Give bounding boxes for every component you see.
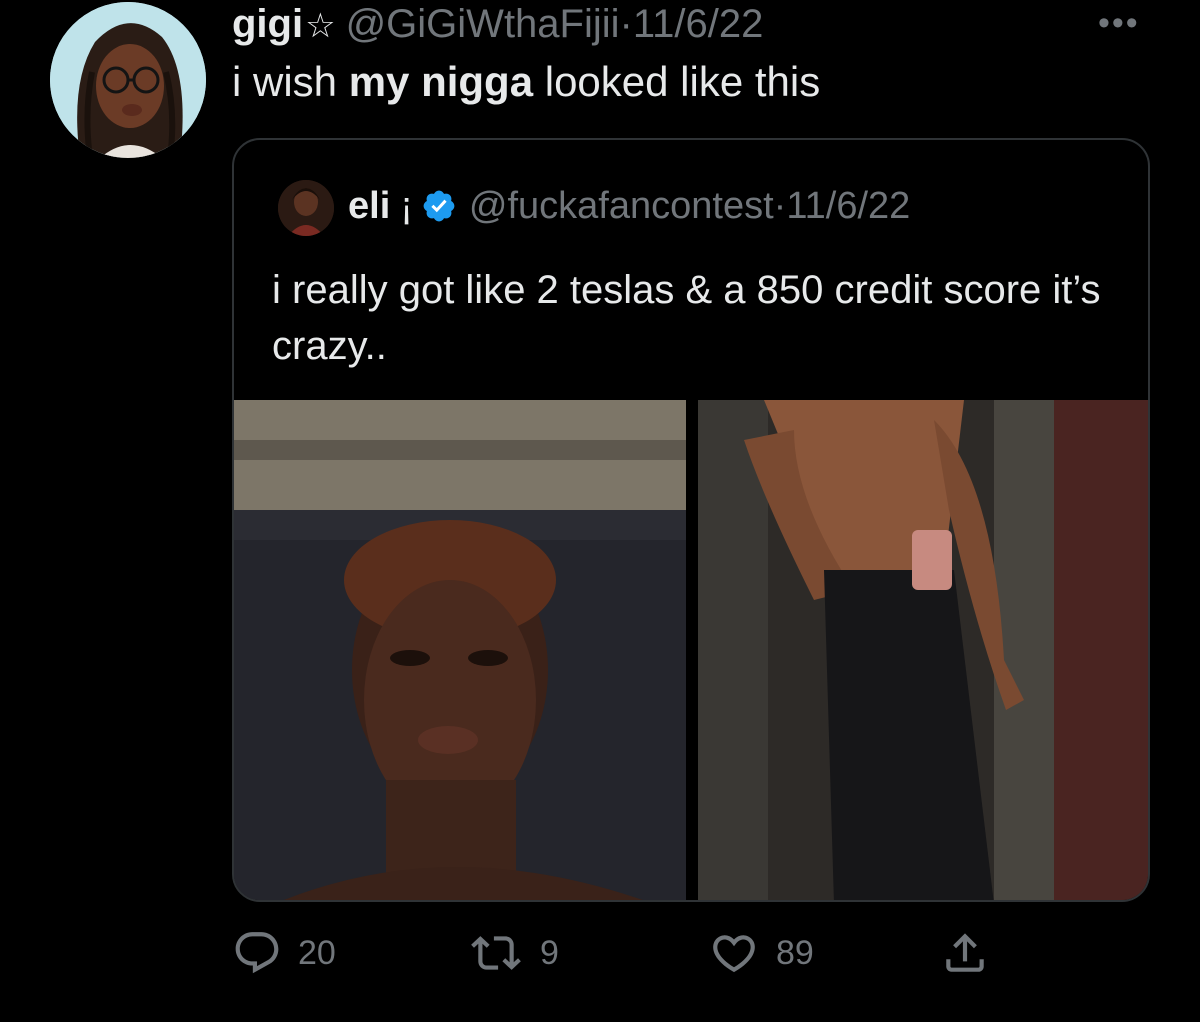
like-button[interactable]: 89 bbox=[708, 928, 814, 978]
avatar-image bbox=[50, 2, 206, 158]
quoted-author-handle[interactable]: @fuckafancontest bbox=[469, 184, 774, 228]
retweet-button[interactable]: 9 bbox=[468, 928, 559, 978]
quoted-author-suffix: ¡ bbox=[400, 185, 413, 227]
quoted-author-name[interactable]: eli bbox=[348, 184, 390, 228]
retweet-count: 9 bbox=[540, 933, 559, 972]
tweet[interactable]: gigi☆ @GiGiWthaFijii·11/6/22 ••• i wish m… bbox=[0, 0, 1200, 1022]
quoted-tweet-text: i really got like 2 teslas & a 850 credi… bbox=[272, 268, 1101, 368]
like-count: 89 bbox=[776, 933, 814, 972]
author-avatar[interactable] bbox=[50, 2, 206, 158]
reply-count: 20 bbox=[298, 933, 336, 972]
quoted-separator-dot: · bbox=[773, 185, 787, 227]
star-icon: ☆ bbox=[305, 7, 336, 45]
share-icon bbox=[946, 933, 984, 972]
retweet-icon bbox=[471, 936, 521, 970]
tweet-header: gigi☆ @GiGiWthaFijii·11/6/22 bbox=[232, 2, 763, 48]
reply-icon bbox=[235, 932, 279, 974]
author-handle[interactable]: @GiGiWthaFijii bbox=[346, 2, 620, 46]
quoted-avatar-image bbox=[278, 180, 334, 236]
media-photo-2[interactable] bbox=[698, 400, 1150, 902]
quoted-tweet[interactable]: eli ¡ @fuckafancontest · 11/6/22 i really … bbox=[232, 138, 1150, 902]
heart-icon bbox=[713, 935, 755, 973]
quoted-author-avatar[interactable] bbox=[278, 180, 334, 236]
tweet-actions: 20 9 89 bbox=[0, 918, 1200, 988]
verified-badge-icon bbox=[423, 190, 455, 222]
more-options-icon[interactable]: ••• bbox=[1098, 4, 1140, 43]
quoted-media-grid bbox=[234, 400, 1150, 902]
tweet-text: i wish my nigga looked like this bbox=[232, 58, 820, 106]
tweet-text-bold: my nigga bbox=[348, 58, 534, 105]
tweet-text-part1: i wish bbox=[232, 58, 349, 105]
separator-dot: · bbox=[619, 2, 633, 46]
author-name[interactable]: gigi bbox=[232, 2, 303, 46]
reply-button[interactable]: 20 bbox=[232, 928, 336, 978]
media-photo-1[interactable] bbox=[234, 400, 686, 902]
tweet-date[interactable]: 11/6/22 bbox=[633, 2, 764, 46]
quoted-date[interactable]: 11/6/22 bbox=[786, 184, 910, 228]
tweet-text-part2: looked like this bbox=[533, 58, 821, 105]
share-button[interactable] bbox=[940, 928, 1006, 978]
quoted-header: eli ¡ @fuckafancontest · 11/6/22 bbox=[348, 184, 910, 228]
